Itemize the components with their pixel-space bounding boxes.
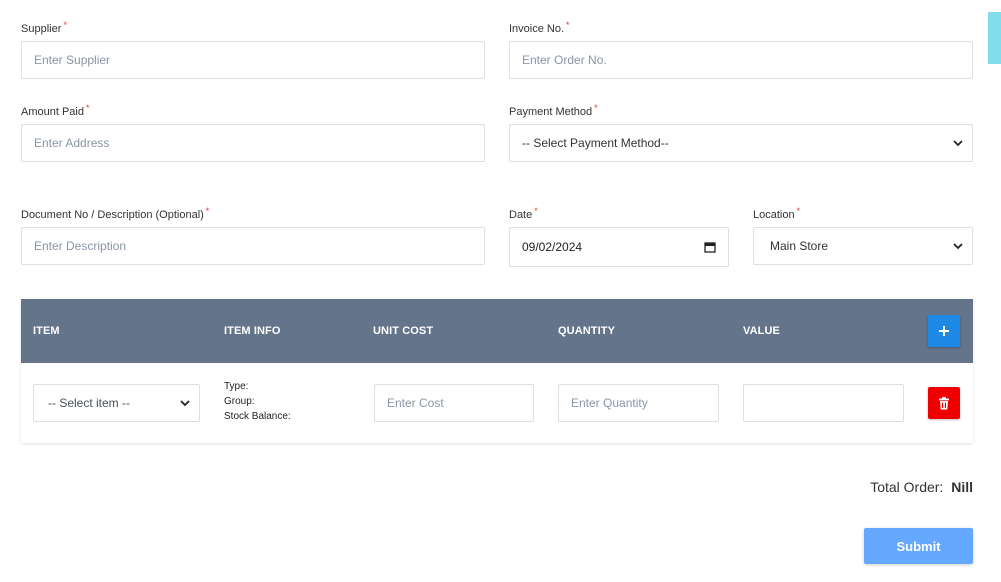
delete-row-button[interactable] bbox=[928, 387, 960, 419]
payment-method-label-text: Payment Method bbox=[509, 106, 593, 118]
chevron-down-icon bbox=[953, 140, 963, 147]
date-label-text: Date bbox=[509, 209, 533, 221]
header-item: ITEM bbox=[33, 325, 60, 337]
plus-icon bbox=[939, 326, 949, 336]
items-table: ITEM ITEM INFO UNIT COST QUANTITY VALUE … bbox=[21, 299, 973, 443]
item-group-label: Group: bbox=[224, 396, 255, 407]
location-label: Location * bbox=[753, 206, 801, 221]
stock-balance-label: Stock Balance: bbox=[224, 411, 291, 422]
header-value: VALUE bbox=[743, 325, 780, 337]
item-type-label: Type: bbox=[224, 381, 249, 392]
supplier-label: Supplier * bbox=[21, 20, 67, 35]
total-order-value: Nill bbox=[951, 479, 973, 495]
date-input[interactable]: 09/02/2024 bbox=[509, 227, 729, 267]
value-input[interactable] bbox=[743, 384, 904, 422]
add-row-button[interactable] bbox=[928, 315, 960, 347]
payment-method-value: -- Select Payment Method-- bbox=[522, 136, 669, 150]
supplier-label-text: Supplier bbox=[21, 23, 62, 35]
required-mark: * bbox=[594, 103, 598, 113]
document-input[interactable] bbox=[21, 227, 485, 265]
invoice-label: Invoice No. * bbox=[509, 20, 570, 35]
chevron-down-icon bbox=[180, 400, 190, 407]
amount-paid-input[interactable] bbox=[21, 124, 485, 162]
table-header: ITEM ITEM INFO UNIT COST QUANTITY VALUE bbox=[21, 299, 973, 363]
payment-method-label: Payment Method * bbox=[509, 103, 598, 118]
header-item-info: ITEM INFO bbox=[224, 325, 281, 337]
supplier-input[interactable] bbox=[21, 41, 485, 79]
trash-icon bbox=[939, 396, 949, 409]
total-order-label: Total Order: bbox=[870, 479, 944, 495]
total-order: Total Order: Nill bbox=[870, 479, 973, 495]
date-value: 09/02/2024 bbox=[522, 240, 583, 254]
location-value: Main Store bbox=[770, 239, 829, 253]
required-mark: * bbox=[566, 20, 570, 30]
location-label-text: Location bbox=[753, 209, 795, 221]
required-mark: * bbox=[534, 206, 538, 216]
required-mark: * bbox=[63, 20, 67, 30]
invoice-input[interactable] bbox=[509, 41, 973, 79]
unit-cost-input[interactable] bbox=[374, 384, 534, 422]
submit-button[interactable]: Submit bbox=[864, 528, 973, 564]
location-select[interactable]: Main Store bbox=[753, 227, 973, 265]
document-label-text: Document No / Description (Optional) bbox=[21, 209, 204, 221]
amount-paid-label: Amount Paid * bbox=[21, 103, 90, 118]
calendar-icon[interactable] bbox=[704, 241, 716, 253]
quantity-input[interactable] bbox=[558, 384, 719, 422]
header-quantity: QUANTITY bbox=[558, 325, 616, 337]
document-label: Document No / Description (Optional) * bbox=[21, 206, 210, 221]
chevron-down-icon bbox=[953, 243, 963, 250]
item-select-value: -- Select item -- bbox=[48, 396, 131, 410]
payment-method-select[interactable]: -- Select Payment Method-- bbox=[509, 124, 973, 162]
invoice-label-text: Invoice No. bbox=[509, 23, 565, 35]
date-label: Date * bbox=[509, 206, 538, 221]
amount-paid-label-text: Amount Paid bbox=[21, 106, 84, 118]
header-unit-cost: UNIT COST bbox=[373, 325, 434, 337]
item-select[interactable]: -- Select item -- bbox=[33, 384, 200, 422]
required-mark: * bbox=[85, 103, 90, 113]
required-mark: * bbox=[205, 206, 210, 216]
side-tab[interactable] bbox=[988, 12, 1001, 64]
required-mark: * bbox=[796, 206, 801, 216]
